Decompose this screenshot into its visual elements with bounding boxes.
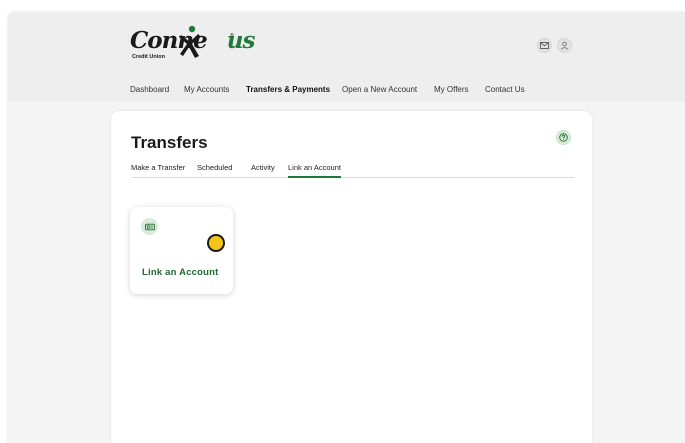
- logo-x-figure-icon: [179, 25, 200, 58]
- site-header: Conne us ® Credit Union Dashboard My Acc…: [8, 12, 685, 102]
- app-window: Conne us ® Credit Union Dashboard My Acc…: [8, 12, 685, 443]
- cursor-indicator: [207, 234, 225, 252]
- link-account-icon-badge: [141, 218, 158, 235]
- transfers-panel: Transfers Make a Transfer Scheduled Acti…: [111, 111, 592, 443]
- transfer-tabs: Make a Transfer Scheduled Activity Link …: [131, 163, 574, 178]
- profile-button[interactable]: [557, 38, 572, 53]
- question-icon: [559, 133, 568, 142]
- connexus-logo[interactable]: Conne us ® Credit Union: [130, 25, 255, 73]
- tab-make-a-transfer[interactable]: Make a Transfer: [131, 163, 185, 178]
- link-account-label: Link an Account: [142, 267, 219, 278]
- page-title: Transfers: [131, 133, 208, 152]
- nav-dashboard[interactable]: Dashboard: [130, 85, 184, 99]
- nav-my-accounts[interactable]: My Accounts: [184, 85, 246, 99]
- logo-trademark: ®: [230, 33, 234, 39]
- main-nav: Dashboard My Accounts Transfers & Paymen…: [130, 85, 535, 99]
- link-account-icon: [144, 223, 155, 230]
- help-button[interactable]: [556, 130, 571, 145]
- nav-contact-us[interactable]: Contact Us: [485, 85, 535, 99]
- nav-transfers-payments[interactable]: Transfers & Payments: [246, 85, 342, 99]
- nav-my-offers[interactable]: My Offers: [434, 85, 485, 99]
- tab-link-an-account[interactable]: Link an Account: [288, 163, 341, 178]
- logo-subtitle: Credit Union: [132, 54, 165, 60]
- mail-icon: [540, 42, 549, 49]
- user-icon: [560, 41, 569, 50]
- tab-activity[interactable]: Activity: [251, 163, 275, 178]
- logo-text-us: us: [226, 27, 256, 54]
- link-account-card[interactable]: Link an Account: [130, 207, 233, 294]
- nav-open-new-account[interactable]: Open a New Account: [342, 85, 434, 99]
- mail-button[interactable]: [537, 38, 552, 53]
- tab-scheduled[interactable]: Scheduled: [197, 163, 232, 178]
